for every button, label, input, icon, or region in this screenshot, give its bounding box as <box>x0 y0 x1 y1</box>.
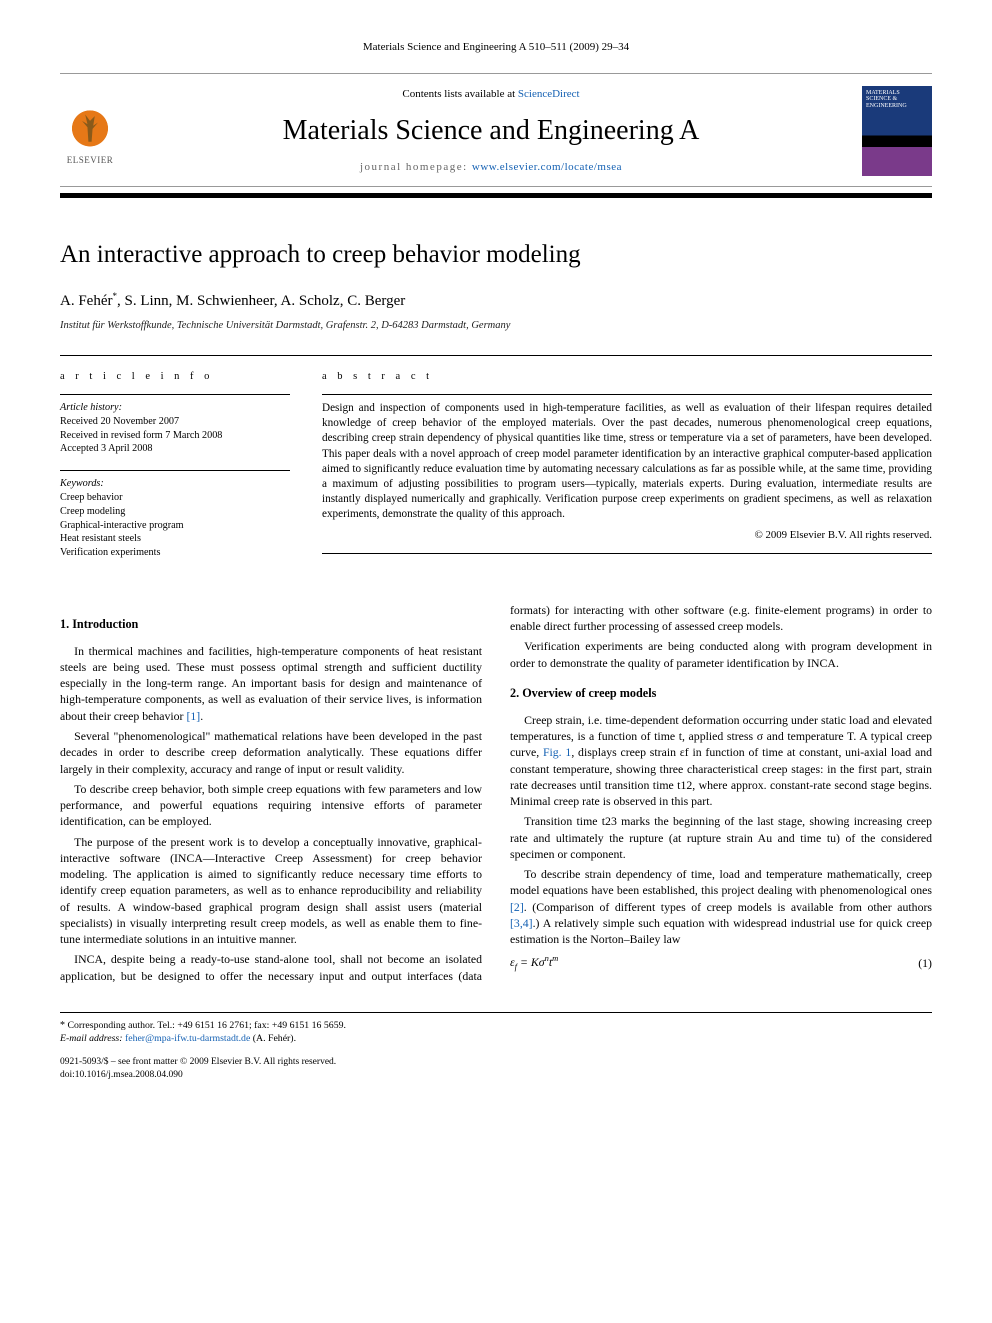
bottom-meta: 0921-5093/$ – see front matter © 2009 El… <box>60 1056 932 1082</box>
masthead: ELSEVIER Contents lists available at Sci… <box>60 73 932 187</box>
ref-link-1[interactable]: [1] <box>186 709 200 723</box>
authors: A. Fehér*, S. Linn, M. Schwienheer, A. S… <box>60 290 932 311</box>
keywords-block: Keywords: Creep behavior Creep modeling … <box>60 470 290 560</box>
journal-name: Materials Science and Engineering A <box>130 112 852 150</box>
fig-link-1[interactable]: Fig. 1 <box>543 745 571 759</box>
contents-line: Contents lists available at ScienceDirec… <box>130 87 852 102</box>
article-history-block: Article history: Received 20 November 20… <box>60 394 290 456</box>
footnote-block: * Corresponding author. Tel.: +49 6151 1… <box>60 1012 932 1046</box>
abstract-copyright: © 2009 Elsevier B.V. All rights reserved… <box>322 528 932 554</box>
elsevier-tree-icon <box>66 102 114 150</box>
body-columns: 1. Introduction In thermical machines an… <box>60 602 932 984</box>
publisher-name: ELSEVIER <box>67 154 114 166</box>
history-label: Article history: <box>60 401 290 415</box>
running-head: Materials Science and Engineering A 510–… <box>60 40 932 55</box>
article-info-heading: a r t i c l e i n f o <box>60 370 290 384</box>
publisher-logo: ELSEVIER <box>60 96 120 166</box>
p-text: . <box>200 709 203 723</box>
corr-author-line: Corresponding author. Tel.: +49 6151 16 … <box>67 1020 346 1031</box>
doi-line: doi:10.1016/j.msea.2008.04.090 <box>60 1069 932 1082</box>
p-text: In thermical machines and facilities, hi… <box>60 644 482 723</box>
email-tail: (A. Fehér). <box>250 1033 296 1044</box>
body-paragraph: Creep strain, i.e. time-dependent deform… <box>510 712 932 810</box>
abstract-heading: a b s t r a c t <box>322 370 932 384</box>
ref-link-2[interactable]: [2] <box>510 900 524 914</box>
abstract-text: Design and inspection of components used… <box>322 394 932 522</box>
corr-email-link[interactable]: feher@mpa-ifw.tu-darmstadt.de <box>125 1033 250 1044</box>
homepage-prefix: journal homepage: <box>360 161 472 173</box>
contents-prefix: Contents lists available at <box>402 88 517 100</box>
article-title: An interactive approach to creep behavio… <box>60 238 932 272</box>
ref-link-34[interactable]: [3,4] <box>510 916 533 930</box>
body-paragraph: The purpose of the present work is to de… <box>60 834 482 948</box>
email-label: E-mail address: <box>60 1033 123 1044</box>
body-paragraph: To describe creep behavior, both simple … <box>60 781 482 830</box>
p-text: To describe strain dependency of time, l… <box>510 867 932 897</box>
body-paragraph: Verification experiments are being condu… <box>510 638 932 671</box>
corr-star-icon: * <box>60 1020 65 1031</box>
history-revised: Received in revised form 7 March 2008 <box>60 429 290 443</box>
article-info-column: a r t i c l e i n f o Article history: R… <box>60 370 290 574</box>
keyword: Creep modeling <box>60 505 290 519</box>
journal-cover-thumb: MATERIALS SCIENCE & ENGINEERING <box>862 86 932 176</box>
body-paragraph: In thermical machines and facilities, hi… <box>60 643 482 724</box>
keyword: Creep behavior <box>60 491 290 505</box>
history-accepted: Accepted 3 April 2008 <box>60 442 290 456</box>
equation-number: (1) <box>918 955 932 971</box>
section-2-heading: 2. Overview of creep models <box>510 685 932 702</box>
p-text: .) A relatively simple such equation wit… <box>510 916 932 946</box>
equation-1: εf = Kσntm (1) <box>510 953 932 973</box>
sciencedirect-link[interactable]: ScienceDirect <box>518 88 580 100</box>
abstract-column: a b s t r a c t Design and inspection of… <box>322 370 932 574</box>
p-text: , displays creep strain εf in function o… <box>510 745 932 808</box>
homepage-link[interactable]: www.elsevier.com/locate/msea <box>472 161 622 173</box>
keyword: Heat resistant steels <box>60 532 290 546</box>
equation-expression: εf = Kσntm <box>510 953 558 973</box>
issn-line: 0921-5093/$ – see front matter © 2009 El… <box>60 1056 932 1069</box>
body-paragraph: To describe strain dependency of time, l… <box>510 866 932 947</box>
keyword: Verification experiments <box>60 546 290 560</box>
body-paragraph: Transition time t23 marks the beginning … <box>510 813 932 862</box>
cover-label-3: ENGINEERING <box>866 103 928 110</box>
cover-label-2: SCIENCE & <box>866 96 928 103</box>
info-abstract-row: a r t i c l e i n f o Article history: R… <box>60 355 932 574</box>
history-received: Received 20 November 2007 <box>60 415 290 429</box>
body-paragraph: Several "phenomenological" mathematical … <box>60 728 482 777</box>
cover-label-1: MATERIALS <box>866 90 928 97</box>
affiliation: Institut für Werkstoffkunde, Technische … <box>60 319 932 333</box>
section-1-heading: 1. Introduction <box>60 616 482 633</box>
keyword: Graphical-interactive program <box>60 519 290 533</box>
thick-rule <box>60 193 932 198</box>
keywords-label: Keywords: <box>60 477 290 491</box>
homepage-line: journal homepage: www.elsevier.com/locat… <box>130 160 852 175</box>
p-text: . (Comparison of different types of cree… <box>524 900 932 914</box>
